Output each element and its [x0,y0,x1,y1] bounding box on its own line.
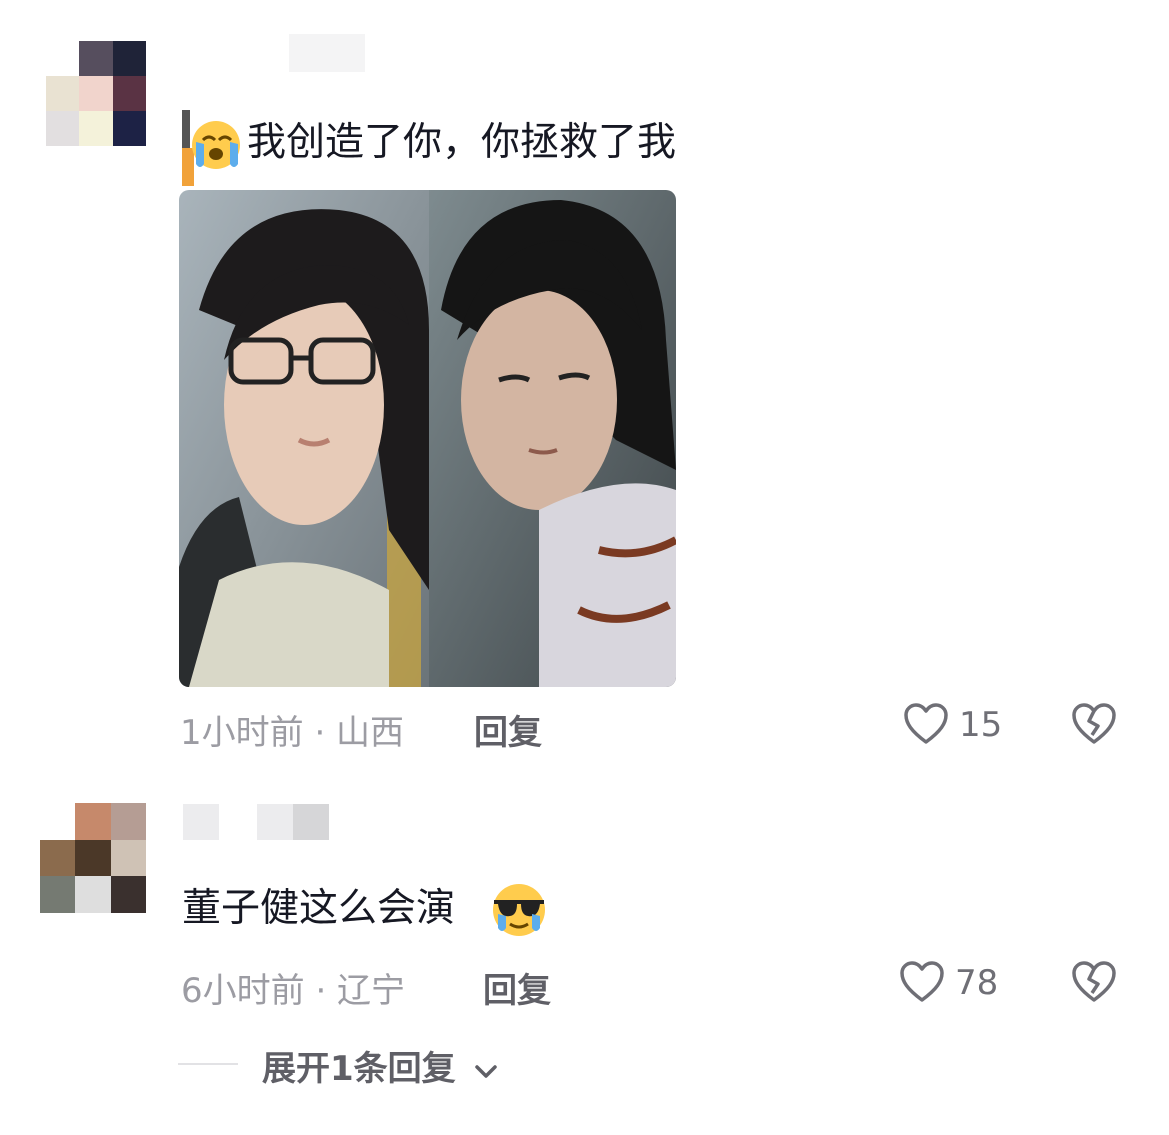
loudly-crying-face-icon [182,110,240,186]
like-count: 78 [955,963,999,1003]
expand-replies-button[interactable]: 展开1条回复 [262,1041,498,1090]
username-blurred [257,804,293,840]
heart-outline-icon[interactable] [903,702,949,746]
avatar-pixel [40,876,76,913]
avatar-pixel [46,76,80,111]
avatar-pixel [110,803,146,840]
avatar-pixel [75,839,111,877]
avatar[interactable] [46,41,146,146]
avatar-pixel [75,803,111,840]
broken-heart-icon[interactable] [1071,960,1117,1004]
avatar-pixel [40,839,76,877]
crying-sunglasses-face-icon [493,884,545,936]
username-blurred[interactable] [289,34,365,72]
comment-text: 董子健这么会演 [182,886,456,931]
avatar-pixel [79,41,113,76]
avatar-pixel [79,76,113,111]
expand-replies-label: 展开1条回复 [262,1049,456,1089]
comment-text: 我创造了你，你拯救了我 [247,120,677,165]
username-blurred[interactable] [183,804,219,840]
avatar-pixel [79,111,113,146]
username-blurred [293,804,329,840]
avatar-pixel [110,876,146,913]
avatar-pixel [75,876,111,913]
broken-heart-icon[interactable] [1071,702,1117,746]
avatar-pixel [112,41,146,76]
avatar-pixel [46,111,80,146]
avatar-pixel [112,76,146,111]
avatar-pixel [46,41,80,76]
avatar-pixel [40,803,76,840]
reply-button[interactable]: 回复 [483,963,551,1012]
heart-outline-icon[interactable] [899,960,945,1004]
avatar-pixel [112,111,146,146]
comment-meta: 1小时前 · 山西 [180,713,405,753]
like-count: 15 [959,705,1003,745]
chevron-down-icon [474,1064,497,1078]
avatar[interactable] [40,803,146,913]
divider [178,1063,238,1065]
comment-meta: 6小时前 · 辽宁 [181,971,406,1011]
reply-button[interactable]: 回复 [474,705,542,754]
comment-photo[interactable] [179,190,676,687]
photo-image [179,190,676,687]
avatar-pixel [110,839,146,877]
